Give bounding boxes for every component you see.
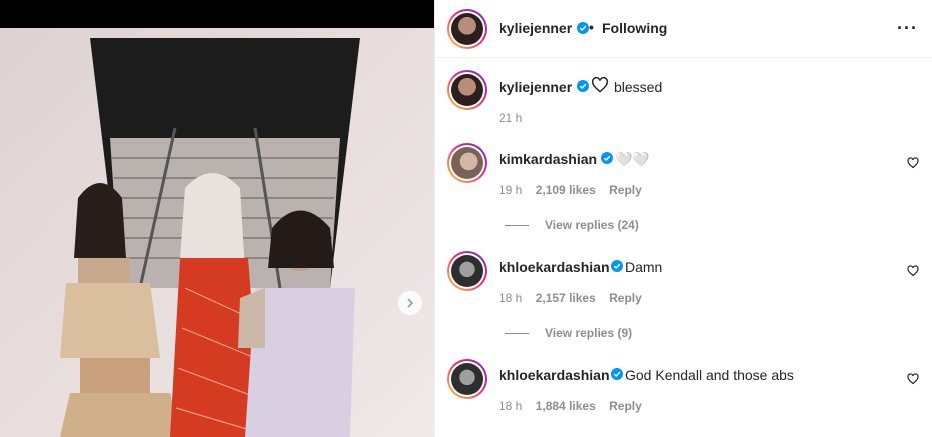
more-options-icon[interactable]: ··· — [897, 18, 918, 39]
comment-text: Damn — [625, 259, 663, 275]
comment-avatar[interactable] — [447, 359, 487, 399]
comment-meta: 18 h 1,884 likes Reply — [499, 399, 642, 413]
reply-button[interactable]: Reply — [609, 183, 642, 197]
post-photo — [0, 28, 434, 437]
view-replies-label: View replies (24) — [545, 218, 639, 232]
comment-username[interactable]: khloekardashian — [499, 367, 610, 383]
replies-divider — [505, 333, 529, 335]
comment-username[interactable]: khloekardashian — [499, 259, 610, 275]
comment-timestamp: 18 h — [499, 399, 523, 413]
heart-icon[interactable] — [907, 265, 919, 277]
replies-divider — [505, 225, 529, 227]
verified-badge-icon — [577, 22, 589, 34]
view-replies-button[interactable]: View replies (24) — [505, 218, 639, 232]
verified-badge-icon — [601, 152, 613, 164]
comment-timestamp: 19 h — [499, 183, 523, 197]
caption-text: blessed — [614, 79, 663, 95]
view-replies-button[interactable]: View replies (9) — [505, 326, 632, 340]
comment-likes[interactable]: 2,109 likes — [536, 183, 596, 197]
author-avatar[interactable] — [447, 9, 487, 49]
comments-panel: kyliejenner • Following ··· kyliejenner … — [434, 0, 932, 437]
comment-avatar[interactable] — [447, 143, 487, 183]
comment-text: 🤍🤍 — [615, 151, 650, 167]
comment-text: God Kendall and those abs — [625, 367, 794, 383]
comment-meta: 18 h 2,157 likes Reply — [499, 291, 642, 305]
view-replies-label: View replies (9) — [545, 326, 633, 340]
heart-icon[interactable] — [907, 373, 919, 385]
caption-avatar[interactable] — [447, 70, 487, 110]
chevron-right-icon — [407, 298, 414, 308]
author-username[interactable]: kyliejenner — [499, 20, 572, 36]
verified-badge-icon — [611, 368, 623, 380]
post-header: kyliejenner • Following ··· — [435, 0, 932, 58]
verified-badge-icon — [577, 80, 589, 92]
post-media-pane — [0, 0, 434, 437]
comment-meta: 19 h 2,109 likes Reply — [499, 183, 642, 197]
comment-likes[interactable]: 1,884 likes — [536, 399, 596, 413]
comment-avatar[interactable] — [447, 251, 487, 291]
heart-icon[interactable] — [907, 157, 919, 169]
reply-button[interactable]: Reply — [609, 291, 642, 305]
reply-button[interactable]: Reply — [609, 399, 642, 413]
comment-username[interactable]: kimkardashian — [499, 151, 597, 167]
verified-badge-icon — [611, 260, 623, 272]
following-button[interactable]: Following — [602, 20, 667, 36]
separator-dot: • — [589, 19, 594, 35]
heart-icon — [591, 77, 609, 93]
comment-likes[interactable]: 2,157 likes — [536, 291, 596, 305]
next-photo-button[interactable] — [397, 290, 423, 316]
caption-timestamp: 21 h — [499, 111, 523, 125]
caption-username[interactable]: kyliejenner — [499, 79, 572, 95]
comment-timestamp: 18 h — [499, 291, 523, 305]
